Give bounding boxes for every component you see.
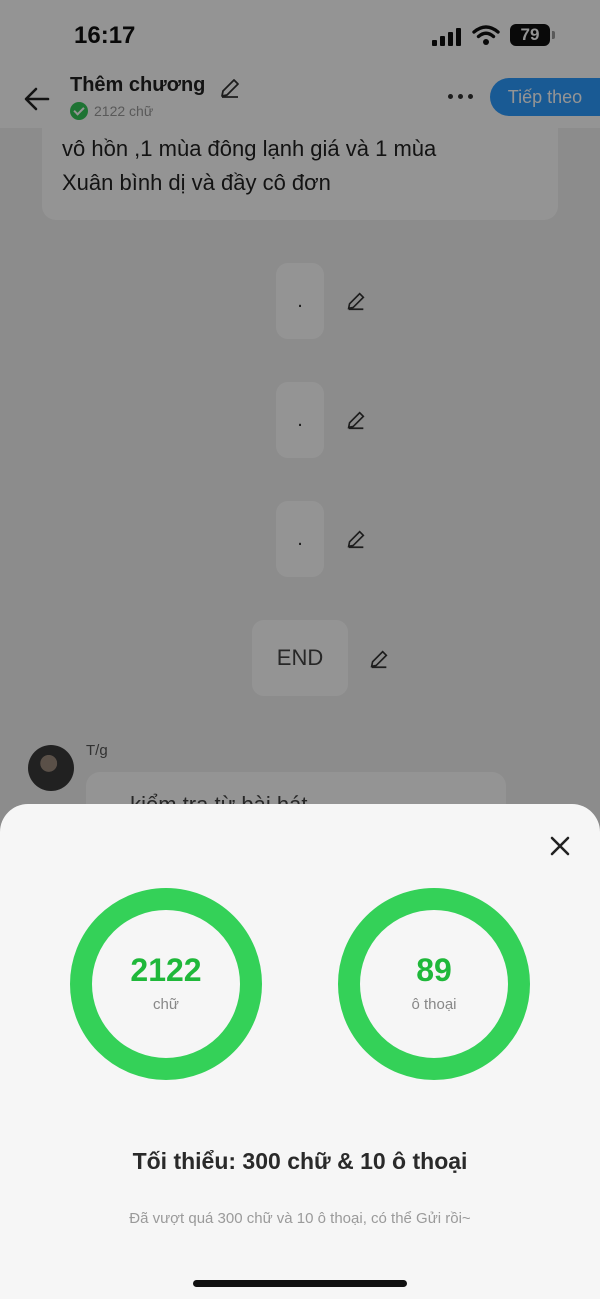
minimum-requirement-text: Tối thiểu: 300 chữ & 10 ô thoại: [132, 1148, 468, 1174]
dialogue-count-value: 89: [416, 952, 452, 988]
word-count-ring: 2122 chữ: [70, 888, 262, 1080]
dialogue-count-unit: ô thoại: [411, 996, 457, 1013]
word-count-unit: chữ: [153, 996, 179, 1013]
home-indicator[interactable]: [193, 1280, 407, 1287]
word-count-value: 2122: [130, 952, 202, 988]
dialogue-count-ring: 89 ô thoại: [338, 888, 530, 1080]
submit-hint-text: Đã vượt quá 300 chữ và 10 ô thoại, có th…: [129, 1210, 471, 1227]
close-icon[interactable]: [546, 832, 574, 860]
word-count-sheet: 2122 chữ 89 ô thoại Tối thiểu: 300 chữ &…: [0, 804, 600, 1299]
